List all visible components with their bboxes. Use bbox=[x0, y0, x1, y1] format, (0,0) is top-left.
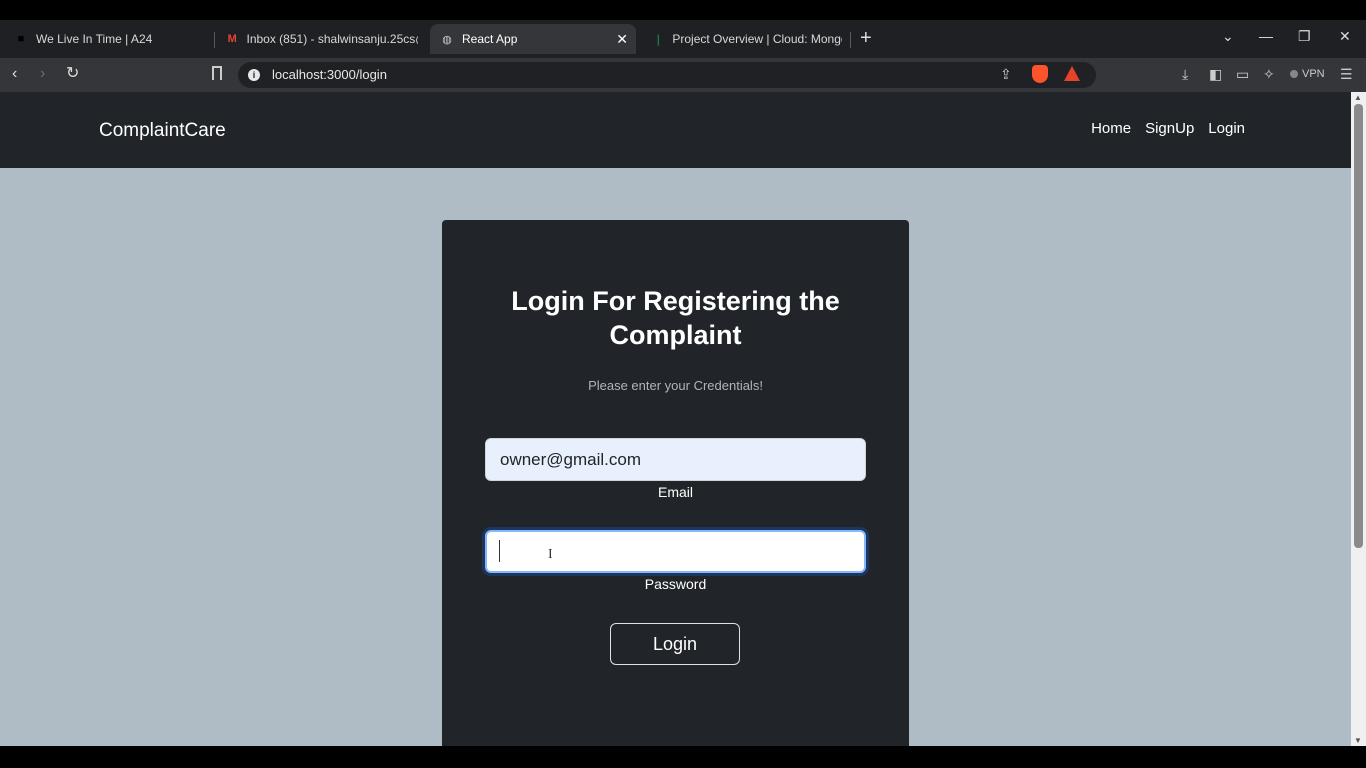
tab-mongodb[interactable]: ❘ Project Overview | Cloud: MongoDB bbox=[652, 24, 842, 54]
text-caret bbox=[499, 540, 500, 562]
scroll-up-icon[interactable]: ▲ bbox=[1354, 93, 1362, 102]
ibeam-cursor-icon: I bbox=[548, 547, 553, 562]
tab-title: Project Overview | Cloud: MongoDB bbox=[672, 32, 842, 46]
tab-title: React App bbox=[462, 32, 518, 46]
bookmark-icon[interactable] bbox=[212, 66, 222, 80]
page-scrollbar[interactable]: ▲ ▼ bbox=[1351, 92, 1366, 746]
site-info-icon[interactable]: i bbox=[248, 69, 260, 81]
nav-link-home[interactable]: Home bbox=[1091, 120, 1131, 137]
page-viewport: ComplaintCare Home SignUp Login Login Fo… bbox=[0, 92, 1351, 746]
tab-separator bbox=[214, 32, 215, 48]
scroll-down-icon[interactable]: ▼ bbox=[1354, 736, 1362, 745]
new-tab-button[interactable]: + bbox=[860, 28, 872, 48]
brave-shields-icon[interactable] bbox=[1032, 65, 1048, 83]
close-tab-icon[interactable]: ✕ bbox=[616, 31, 628, 48]
a24-favicon-icon: ■ bbox=[17, 33, 25, 45]
leo-ai-icon[interactable]: ✧ bbox=[1263, 66, 1275, 83]
vpn-button[interactable]: VPN bbox=[1290, 68, 1325, 80]
brave-rewards-icon[interactable] bbox=[1064, 66, 1080, 81]
nav-link-signup[interactable]: SignUp bbox=[1145, 120, 1194, 137]
login-card: Login For Registering the Complaint Plea… bbox=[442, 220, 909, 746]
tab-separator bbox=[850, 32, 851, 48]
tab-title: Inbox (851) - shalwinsanju.25cs@lic bbox=[246, 32, 418, 46]
tab-gmail[interactable]: M Inbox (851) - shalwinsanju.25cs@lic bbox=[226, 24, 418, 54]
share-icon[interactable]: ⇪ bbox=[1000, 66, 1012, 83]
forward-icon[interactable]: › bbox=[40, 64, 45, 84]
address-bar[interactable]: i localhost:3000/login ⇪ bbox=[238, 62, 1096, 88]
close-window-icon[interactable]: ✕ bbox=[1339, 28, 1351, 45]
download-icon[interactable]: ⤓ bbox=[1182, 66, 1188, 83]
nav-links: Home SignUp Login bbox=[1091, 120, 1245, 137]
tab-title: We Live In Time | A24 bbox=[36, 32, 153, 46]
password-label: Password bbox=[644, 576, 707, 592]
tab-search-icon[interactable]: ⌄ bbox=[1222, 28, 1234, 45]
url-text[interactable]: localhost:3000/login bbox=[272, 67, 387, 82]
password-input[interactable] bbox=[485, 530, 866, 573]
minimize-icon[interactable]: — bbox=[1259, 28, 1273, 44]
sidebar-icon[interactable]: ◧ bbox=[1209, 66, 1222, 83]
brand-logo[interactable]: ComplaintCare bbox=[99, 120, 226, 142]
mongodb-leaf-icon: ❘ bbox=[653, 33, 663, 46]
login-subtitle: Please enter your Credentials! bbox=[588, 378, 763, 393]
nav-link-login[interactable]: Login bbox=[1208, 120, 1245, 137]
site-navbar: ComplaintCare Home SignUp Login bbox=[0, 92, 1351, 168]
gmail-icon: M bbox=[227, 33, 237, 45]
email-input[interactable] bbox=[485, 438, 866, 481]
globe-icon: ◍ bbox=[442, 33, 452, 46]
restore-icon[interactable]: ❐ bbox=[1298, 28, 1311, 45]
wallet-icon[interactable]: ▭ bbox=[1236, 66, 1249, 83]
login-button[interactable]: Login bbox=[610, 623, 740, 665]
menu-icon[interactable]: ☰ bbox=[1340, 66, 1353, 83]
scrollbar-thumb[interactable] bbox=[1354, 104, 1363, 548]
vpn-status-icon bbox=[1290, 70, 1298, 78]
tab-a24[interactable]: ■ We Live In Time | A24 bbox=[14, 24, 210, 54]
screen: ■ We Live In Time | A24 M Inbox (851) - … bbox=[0, 0, 1366, 768]
login-title: Login For Registering the Complaint bbox=[511, 286, 840, 350]
email-label: Email bbox=[657, 484, 693, 500]
browser-toolbar: ‹ › ↻ i localhost:3000/login ⇪ ⤓ ◧ ▭ ✧ V… bbox=[0, 58, 1366, 92]
tab-bar: ■ We Live In Time | A24 M Inbox (851) - … bbox=[0, 20, 1366, 58]
back-icon[interactable]: ‹ bbox=[12, 64, 17, 84]
tab-react-app[interactable]: ◍ React App ✕ bbox=[430, 24, 636, 54]
vpn-label: VPN bbox=[1302, 68, 1325, 80]
reload-icon[interactable]: ↻ bbox=[66, 64, 79, 84]
